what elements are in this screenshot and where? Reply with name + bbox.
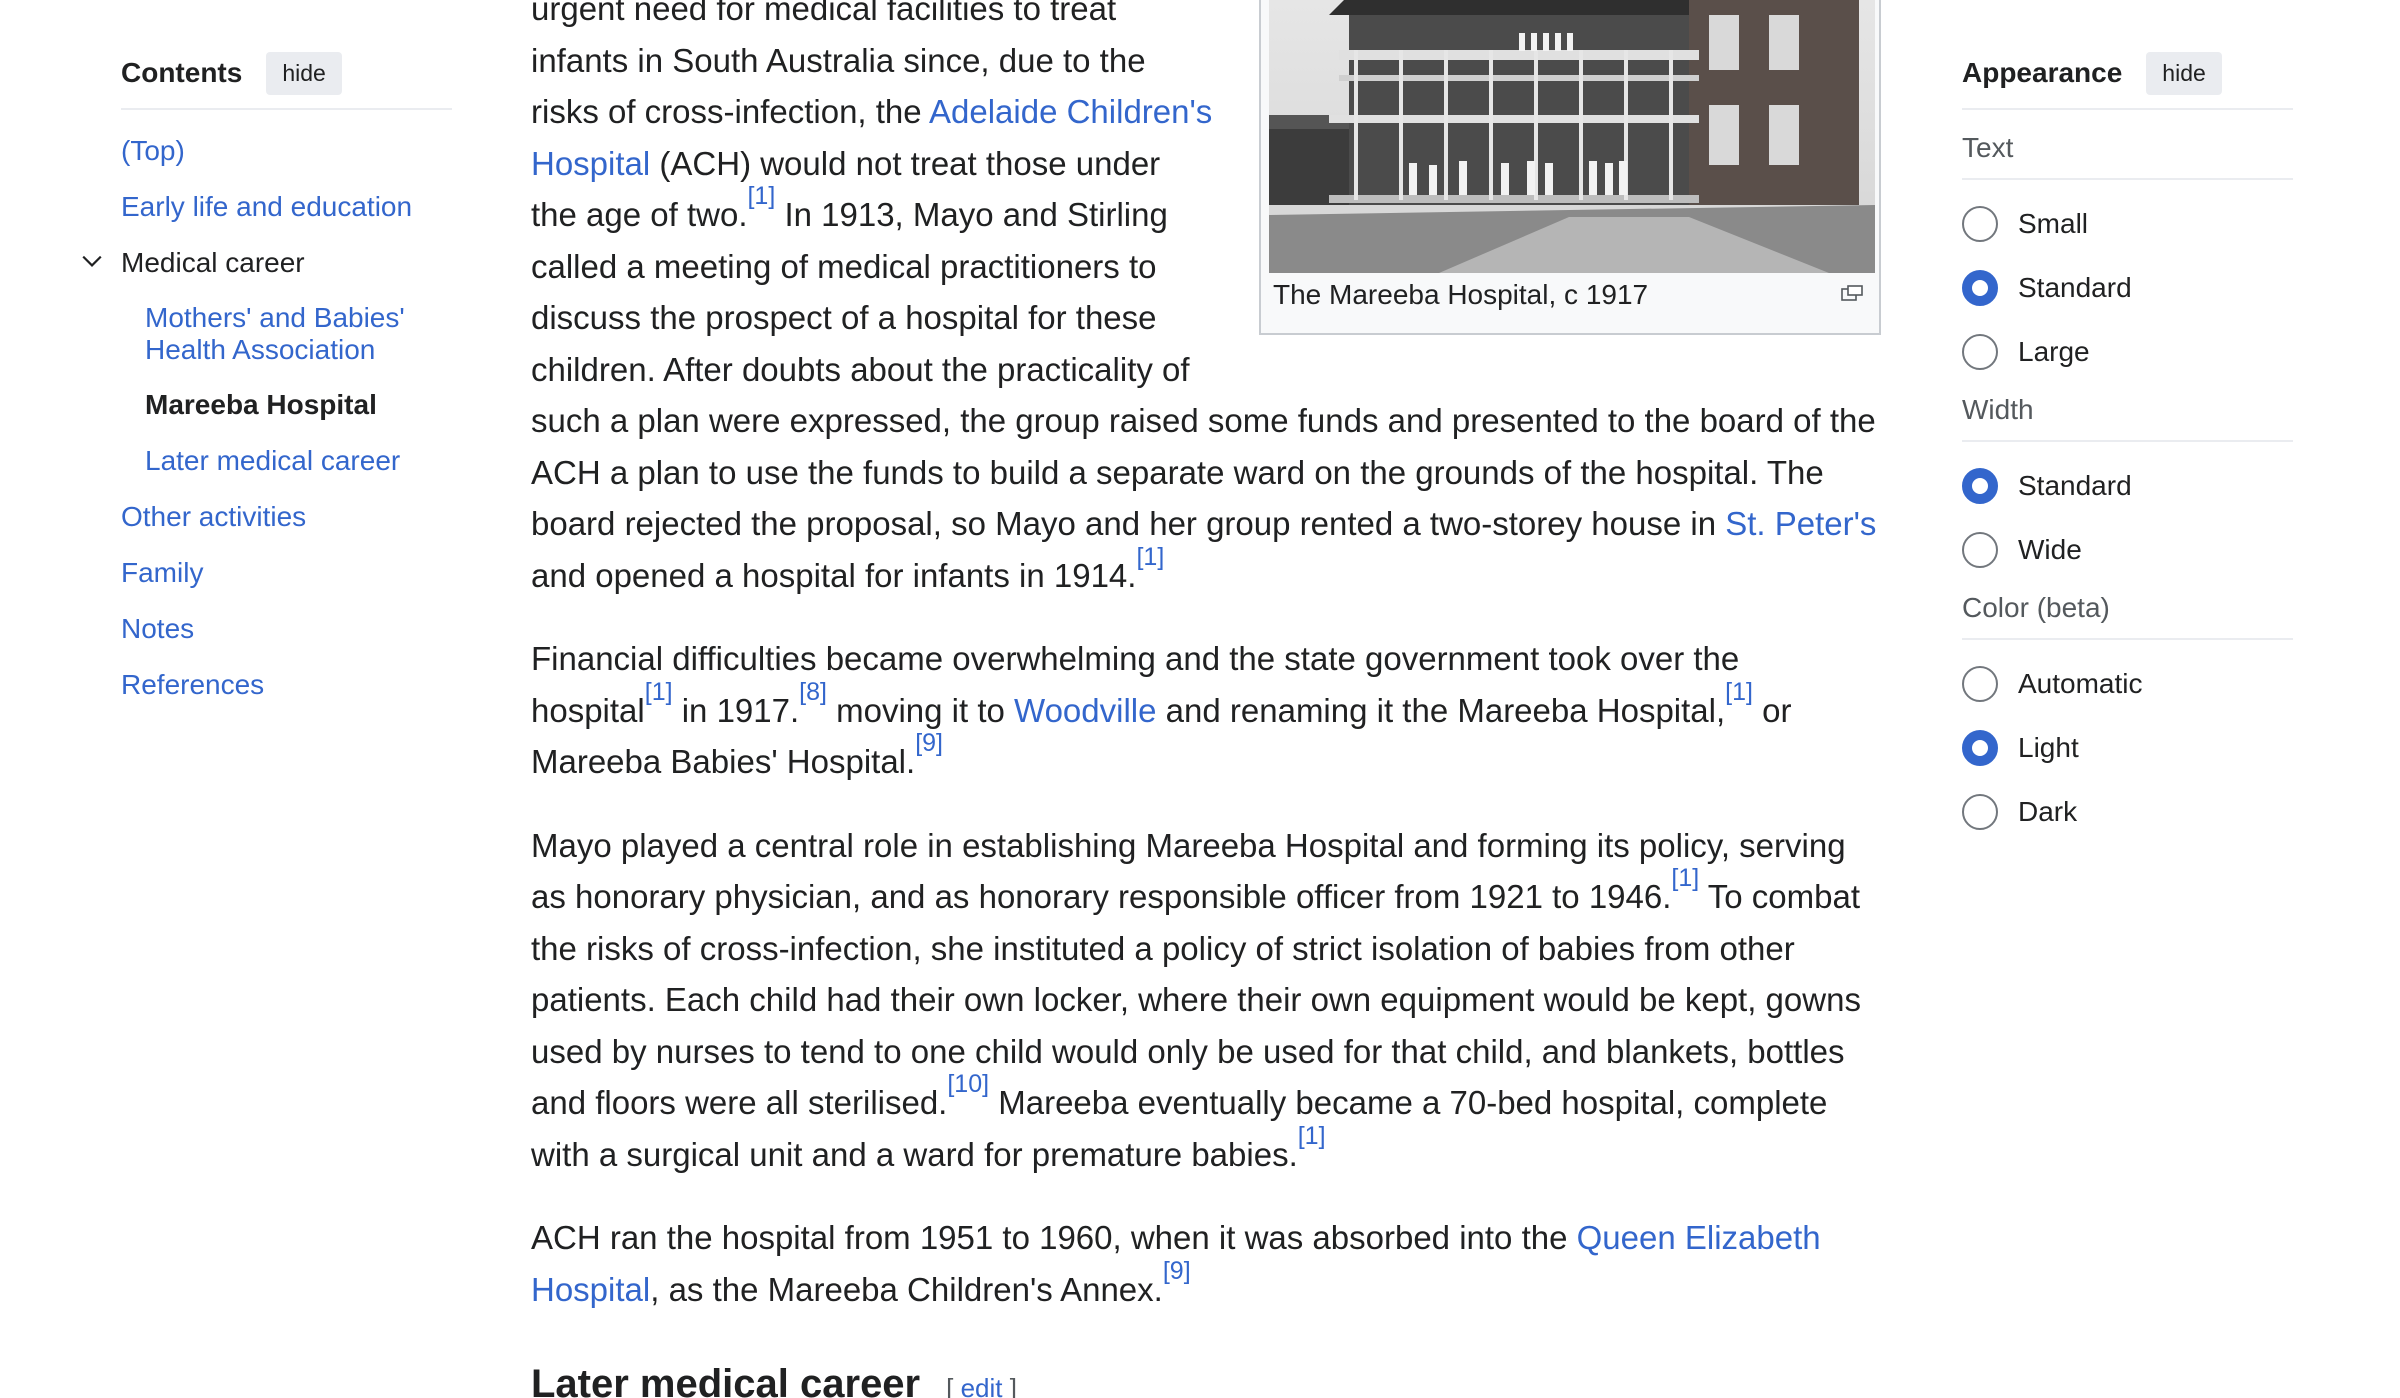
text-size-option-small[interactable]: Small bbox=[1962, 192, 2293, 256]
figure-thumbnail: The Mareeba Hospital, c 1917 bbox=[1259, 0, 1881, 335]
toc-item-family[interactable]: Family bbox=[121, 556, 452, 590]
color-label: Color (beta) bbox=[1962, 592, 2293, 640]
width-group: Width Standard Wide bbox=[1962, 394, 2293, 582]
width-option-wide[interactable]: Wide bbox=[1962, 518, 2293, 582]
toc-hide-button[interactable]: hide bbox=[266, 51, 342, 95]
enlarge-icon[interactable] bbox=[1841, 285, 1863, 301]
text-size-options: Small Standard Large bbox=[1962, 192, 2293, 384]
radio-button[interactable] bbox=[1962, 468, 1998, 504]
radio-button[interactable] bbox=[1962, 532, 1998, 568]
link-st-peters[interactable]: St. Peter's bbox=[1725, 505, 1876, 542]
paragraph-4: ACH ran the hospital from 1951 to 1960, … bbox=[531, 1212, 1881, 1315]
paragraph-2-text-d: and renaming it the Mareeba Hospital, bbox=[1156, 691, 1726, 729]
text-size-option-label: Large bbox=[2018, 336, 2090, 367]
text-size-label: Text bbox=[1962, 132, 2293, 180]
paragraph-1-text-d: and opened a hospital for infants in 191… bbox=[531, 556, 1137, 594]
color-option-light[interactable]: Light bbox=[1962, 716, 2293, 780]
figure-caption: The Mareeba Hospital, c 1917 bbox=[1273, 279, 1649, 310]
section-title: Later medical career bbox=[531, 1362, 921, 1398]
toc-item-notes[interactable]: Notes bbox=[121, 612, 452, 646]
paragraph-4-text-a: ACH ran the hospital from 1951 to 1960, … bbox=[531, 1219, 1577, 1256]
citation-ref[interactable]: [1] bbox=[645, 678, 673, 706]
color-group: Color (beta) Automatic Light Dark bbox=[1962, 592, 2293, 844]
section-edit: [ edit ] bbox=[946, 1363, 1017, 1398]
edit-bracket-open: [ bbox=[946, 1373, 954, 1398]
citation-ref[interactable]: [1] bbox=[1136, 543, 1164, 571]
toc-item-medical-career-label: Medical career bbox=[121, 247, 305, 278]
radio-button[interactable] bbox=[1962, 270, 1998, 306]
paragraph-3-text-a: Mayo played a central role in establishi… bbox=[531, 826, 1846, 916]
text-size-option-label: Standard bbox=[2018, 272, 2132, 303]
edit-bracket-close: ] bbox=[1009, 1373, 1017, 1398]
width-option-standard[interactable]: Standard bbox=[1962, 454, 2293, 518]
citation-ref[interactable]: [10] bbox=[947, 1070, 989, 1098]
color-options: Automatic Light Dark bbox=[1962, 652, 2293, 844]
toc-item-mareeba-hospital[interactable]: Mareeba Hospital bbox=[121, 388, 452, 422]
toc-item-mothers-babies[interactable]: Mothers' and Babies' Health Association bbox=[121, 302, 452, 366]
color-option-label: Automatic bbox=[2018, 668, 2143, 699]
appearance-header: Appearance hide bbox=[1962, 48, 2293, 110]
radio-button[interactable] bbox=[1962, 794, 1998, 830]
color-option-dark[interactable]: Dark bbox=[1962, 780, 2293, 844]
citation-ref[interactable]: [9] bbox=[915, 729, 943, 757]
section-edit-link[interactable]: edit bbox=[961, 1373, 1003, 1398]
section-heading: Later medical career [ edit ] bbox=[531, 1359, 1881, 1398]
hospital-photo[interactable] bbox=[1269, 0, 1875, 273]
radio-button[interactable] bbox=[1962, 666, 1998, 702]
toc-item-top[interactable]: (Top) bbox=[121, 134, 452, 168]
toc-item-medical-career[interactable]: Medical career bbox=[82, 246, 452, 280]
appearance-title: Appearance bbox=[1962, 57, 2123, 88]
citation-ref[interactable]: [9] bbox=[1163, 1257, 1191, 1285]
link-woodville[interactable]: Woodville bbox=[1014, 692, 1156, 729]
color-option-automatic[interactable]: Automatic bbox=[1962, 652, 2293, 716]
text-size-option-large[interactable]: Large bbox=[1962, 320, 2293, 384]
paragraph-2: Financial difficulties became overwhelmi… bbox=[531, 633, 1881, 788]
toc-item-other-activities[interactable]: Other activities bbox=[121, 500, 452, 534]
radio-button[interactable] bbox=[1962, 334, 1998, 370]
text-size-group: Text Small Standard Large bbox=[1962, 132, 2293, 384]
toc-list: (Top) Early life and education Medical c… bbox=[82, 134, 452, 702]
toc-header: Contents hide bbox=[121, 48, 452, 110]
page: Contents hide (Top) Early life and educa… bbox=[0, 0, 2400, 1398]
toc-title: Contents bbox=[121, 57, 243, 88]
paragraph-2-text-b: in 1917. bbox=[672, 691, 800, 729]
color-option-label: Light bbox=[2018, 732, 2079, 763]
text-size-option-label: Small bbox=[2018, 208, 2089, 239]
toc-item-references[interactable]: References bbox=[121, 668, 452, 702]
paragraph-4-text-b: , as the Mareeba Children's Annex. bbox=[650, 1270, 1163, 1308]
citation-ref[interactable]: [1] bbox=[1671, 864, 1699, 892]
appearance-hide-button[interactable]: hide bbox=[2146, 51, 2222, 95]
toc-item-later-medical-career[interactable]: Later medical career bbox=[121, 444, 452, 478]
citation-ref[interactable]: [1] bbox=[1298, 1122, 1326, 1150]
width-options: Standard Wide bbox=[1962, 454, 2293, 582]
table-of-contents: Contents hide (Top) Early life and educa… bbox=[82, 48, 452, 702]
paragraph-2-text-c: moving it to bbox=[826, 691, 1015, 729]
paragraph-3: Mayo played a central role in establishi… bbox=[531, 820, 1881, 1181]
toc-item-early-life[interactable]: Early life and education bbox=[121, 190, 452, 224]
radio-button[interactable] bbox=[1962, 730, 1998, 766]
width-option-label: Wide bbox=[2018, 534, 2082, 565]
citation-ref[interactable]: [1] bbox=[1725, 678, 1753, 706]
text-size-option-standard[interactable]: Standard bbox=[1962, 256, 2293, 320]
width-option-label: Standard bbox=[2018, 470, 2132, 501]
citation-ref[interactable]: [8] bbox=[799, 678, 827, 706]
appearance-panel: Appearance hide Text Small Standard Large … bbox=[1962, 48, 2293, 844]
width-label: Width bbox=[1962, 394, 2293, 442]
citation-ref[interactable]: [1] bbox=[747, 182, 775, 210]
radio-button[interactable] bbox=[1962, 206, 1998, 242]
article-body: The Mareeba Hospital, c 1917 urgent need… bbox=[531, 0, 1881, 1398]
color-option-label: Dark bbox=[2018, 796, 2078, 827]
hospital-photo-image bbox=[1269, 0, 1875, 273]
chevron-down-icon[interactable] bbox=[81, 250, 103, 272]
